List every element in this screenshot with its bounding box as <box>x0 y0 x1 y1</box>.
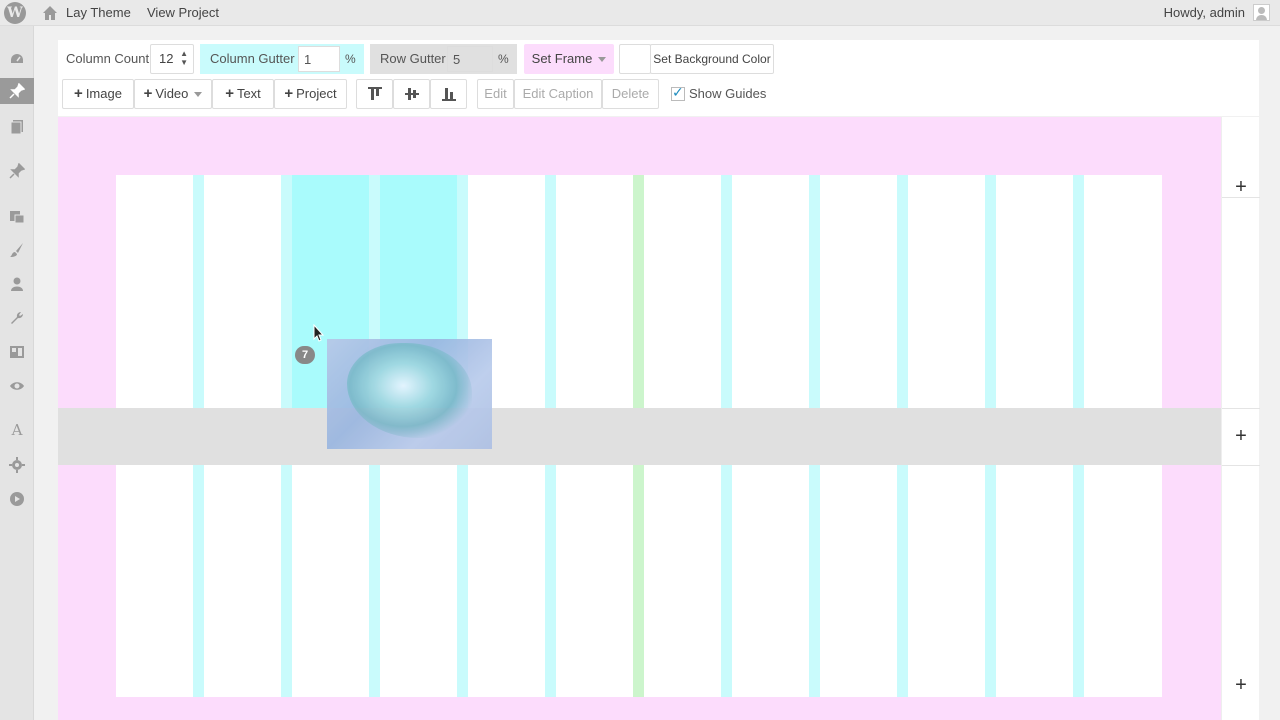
add-row-button[interactable]: + <box>1232 675 1250 695</box>
add-image-label: Image <box>85 86 122 101</box>
show-guides-label[interactable]: Show Guides <box>689 79 766 109</box>
pages-icon[interactable] <box>0 114 34 140</box>
brush-icon[interactable] <box>0 237 34 263</box>
row-gutter-label: Row Gutter <box>380 51 446 66</box>
add-image-button[interactable]: + Image <box>62 79 134 109</box>
wrench-icon[interactable] <box>0 305 34 331</box>
divider <box>1222 465 1260 466</box>
add-video-label: Video <box>155 86 189 101</box>
plus-icon: + <box>225 85 234 102</box>
delete-button[interactable]: Delete <box>602 79 659 109</box>
set-frame-button[interactable]: Set Frame <box>524 44 614 74</box>
column-gutter <box>809 175 820 408</box>
column-gutter <box>281 465 292 697</box>
align-bottom-button[interactable] <box>430 79 467 109</box>
add-project-button[interactable]: + Project <box>274 79 347 109</box>
drag-count-badge: 7 <box>295 346 315 364</box>
column-gutter-group: Column Gutter % <box>200 44 364 74</box>
row-gutter-group: Row Gutter % <box>370 44 517 74</box>
column-gutter <box>721 175 732 408</box>
wordpress-logo-icon[interactable]: W <box>4 2 26 24</box>
row-gutter <box>58 408 1221 465</box>
water-splash-image <box>347 343 472 438</box>
column-gutter <box>1073 175 1084 408</box>
align-top-button[interactable] <box>356 79 393 109</box>
column-gutter <box>897 175 908 408</box>
layout-icon[interactable] <box>0 339 34 365</box>
admin-sidebar: A <box>0 26 34 720</box>
row-gutter-input[interactable] <box>447 46 493 72</box>
divider <box>1222 408 1260 409</box>
plus-icon: + <box>74 85 83 102</box>
pin-icon[interactable] <box>0 78 34 104</box>
column-gutter <box>369 465 380 697</box>
add-text-button[interactable]: + Text <box>212 79 274 109</box>
add-project-label: Project <box>296 86 337 101</box>
grid-row[interactable] <box>116 465 1162 697</box>
align-bottom-icon <box>441 88 456 101</box>
center-column-gutter <box>633 175 644 408</box>
edit-caption-button[interactable]: Edit Caption <box>514 79 602 109</box>
add-row-button[interactable]: + <box>1232 177 1250 197</box>
plus-icon: + <box>143 85 153 102</box>
admin-bar: W Lay Theme View Project Howdy, admin <box>0 0 1280 26</box>
column-gutter <box>281 175 292 408</box>
column-gutter <box>985 175 996 408</box>
mouse-cursor-icon <box>313 324 325 342</box>
spinner-arrows-icon: ▲ ▼ <box>180 49 188 67</box>
column-count-select[interactable]: 12 ▲ ▼ <box>150 44 194 74</box>
edit-button[interactable]: Edit <box>477 79 514 109</box>
column-gutter <box>985 465 996 697</box>
view-project-link[interactable]: View Project <box>147 0 219 26</box>
chevron-down-icon <box>598 57 607 63</box>
row-gutter-percent: % <box>498 52 509 66</box>
grid-row[interactable] <box>116 175 1162 408</box>
column-gutter <box>809 465 820 697</box>
column-gutter-input[interactable] <box>298 46 340 72</box>
grid-canvas[interactable]: 7 <box>58 117 1221 720</box>
plus-icon: + <box>284 85 294 102</box>
column-count-label: Column Count <box>66 51 150 66</box>
play-icon[interactable] <box>0 486 34 512</box>
column-gutter <box>897 465 908 697</box>
add-video-button[interactable]: + Video <box>134 79 212 109</box>
grid-toolbar: Column Count 12 ▲▼ Column Gutter % Row G… <box>58 40 1259 116</box>
eye-icon[interactable] <box>0 373 34 399</box>
column-gutter <box>545 175 556 408</box>
align-middle-icon <box>404 88 419 100</box>
checkmark-icon: ✓ <box>672 84 684 100</box>
user-greeting[interactable]: Howdy, admin <box>1164 0 1245 26</box>
font-icon[interactable]: A <box>0 417 34 443</box>
dragged-image-thumbnail[interactable] <box>327 339 492 449</box>
column-gutter-percent: % <box>345 52 356 66</box>
column-gutter <box>193 175 204 408</box>
set-background-color-button[interactable]: Set Background Color <box>650 44 774 74</box>
background-color-swatch[interactable] <box>619 44 651 74</box>
align-top-icon <box>367 87 382 100</box>
column-gutter <box>457 465 468 697</box>
column-gutter <box>545 465 556 697</box>
divider <box>1222 197 1260 198</box>
column-count-value: 12 <box>159 51 174 66</box>
column-gutter-label: Column Gutter <box>210 51 295 66</box>
dashboard-icon[interactable] <box>0 46 34 72</box>
column-gutter <box>1073 465 1084 697</box>
pin-icon[interactable] <box>0 158 34 184</box>
avatar[interactable] <box>1253 4 1270 21</box>
column-gutter <box>721 465 732 697</box>
home-icon[interactable] <box>42 5 58 21</box>
set-frame-label: Set Frame <box>531 51 593 66</box>
media-icon[interactable] <box>0 203 34 229</box>
row-controls: + + + <box>1221 117 1260 720</box>
site-name-link[interactable]: Lay Theme <box>66 0 131 26</box>
chevron-down-icon <box>194 92 203 98</box>
user-icon[interactable] <box>0 271 34 297</box>
add-text-label: Text <box>236 86 261 101</box>
show-guides-checkbox[interactable]: ✓ <box>671 84 685 101</box>
column-gutter <box>193 465 204 697</box>
gear-icon[interactable] <box>0 452 34 478</box>
center-column-gutter <box>633 465 644 697</box>
align-middle-button[interactable] <box>393 79 430 109</box>
add-row-button[interactable]: + <box>1232 426 1250 446</box>
